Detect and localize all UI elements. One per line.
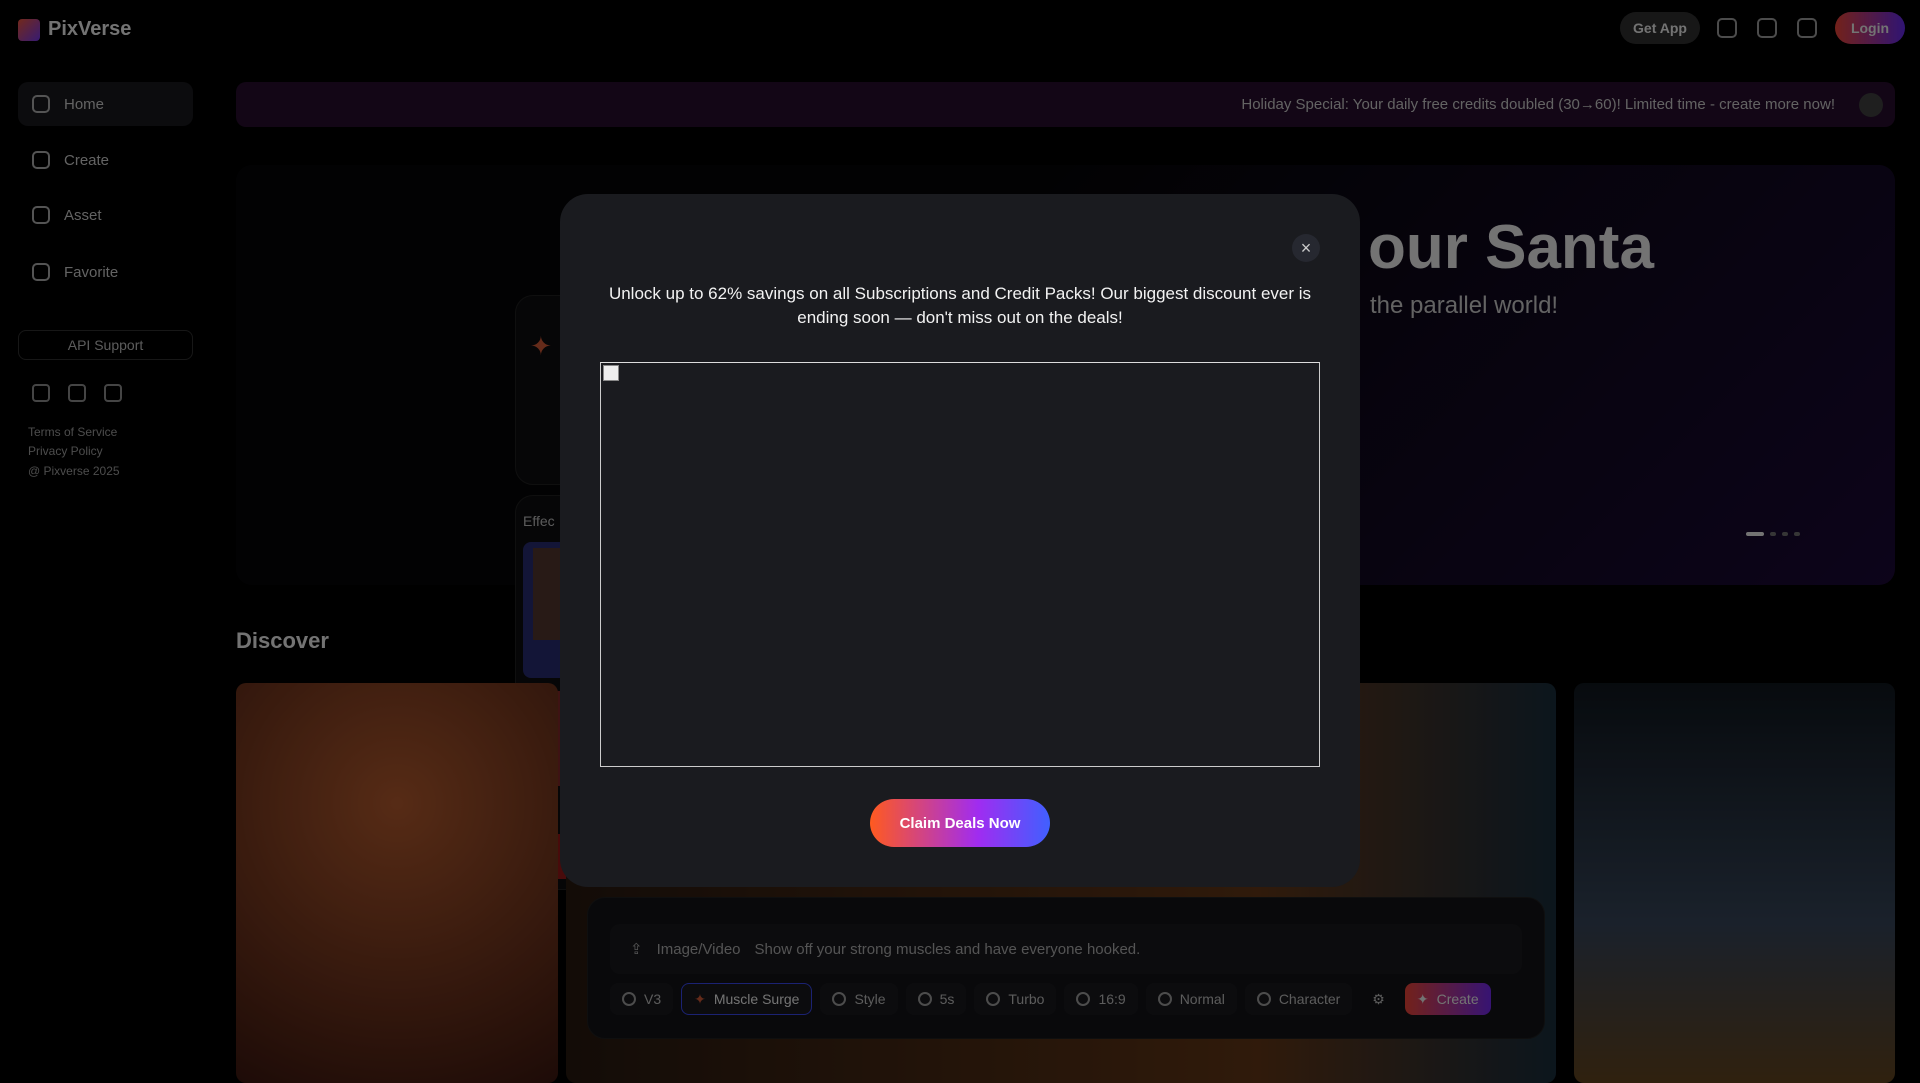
- sidebar-item-label: Asset: [64, 206, 102, 224]
- promo-banner[interactable]: Holiday Special: Your daily free credits…: [236, 82, 1895, 127]
- hero-title: our Santa: [1368, 213, 1654, 282]
- sliders-icon: ⚙: [1372, 990, 1385, 1007]
- chip-label: Muscle Surge: [713, 991, 800, 1007]
- discord-icon[interactable]: [68, 384, 86, 402]
- hero-subtitle: the parallel world!: [1370, 292, 1559, 319]
- home-icon: [32, 95, 50, 113]
- logo-text: PixVerse: [48, 18, 132, 40]
- gift-icon[interactable]: [1797, 18, 1817, 38]
- sparkle-icon: ✦: [1416, 990, 1429, 1007]
- sidebar-item-create[interactable]: Create: [18, 138, 193, 182]
- chip-label: Character: [1278, 991, 1341, 1007]
- discover-card[interactable]: [1574, 683, 1895, 1083]
- terms-link[interactable]: Terms of Service: [28, 425, 117, 439]
- ratio-chip[interactable]: 16:9: [1064, 983, 1138, 1015]
- quality-icon: [1157, 992, 1172, 1006]
- quality-chip[interactable]: Normal: [1145, 983, 1237, 1015]
- effect-chip[interactable]: ✦ Muscle Surge: [681, 983, 813, 1015]
- asset-icon: [32, 206, 50, 224]
- banner-text: Holiday Special: Your daily free credits…: [1241, 96, 1835, 113]
- api-support-button[interactable]: API Support: [18, 330, 193, 360]
- turbo-icon: [986, 992, 1001, 1006]
- logo[interactable]: PixVerse: [18, 18, 131, 41]
- copyright: @ Pixverse 2025: [28, 464, 120, 478]
- character-chip[interactable]: Character: [1244, 983, 1353, 1015]
- chip-label: 16:9: [1098, 991, 1126, 1007]
- carousel-dots[interactable]: [1746, 532, 1800, 536]
- smile-icon: [1256, 992, 1271, 1006]
- upload-label[interactable]: Image/Video: [657, 941, 741, 958]
- youtube-icon[interactable]: [104, 384, 122, 402]
- prompt-bar: ⇪ Image/Video Show off your strong muscles…: [587, 897, 1545, 1039]
- model-select[interactable]: V3: [610, 983, 674, 1015]
- settings-chip[interactable]: ⚙: [1360, 983, 1397, 1015]
- broken-image-icon: [603, 365, 619, 381]
- style-chip[interactable]: Style: [820, 983, 898, 1015]
- chip-label: Turbo: [1008, 991, 1045, 1007]
- duration-chip[interactable]: 5s: [905, 983, 967, 1015]
- close-icon[interactable]: [1859, 93, 1883, 117]
- grid-icon[interactable]: [1717, 18, 1737, 38]
- create-button[interactable]: ✦ Create: [1404, 983, 1491, 1015]
- sidebar-item-home[interactable]: Home: [18, 82, 193, 126]
- chip-label: V3: [644, 991, 662, 1007]
- logo-icon: [18, 18, 40, 41]
- promo-modal: × Unlock up to 62% savings on all Subscr…: [560, 194, 1360, 887]
- privacy-link[interactable]: Privacy Policy: [28, 444, 103, 458]
- sidebar-item-asset[interactable]: Asset: [18, 193, 193, 237]
- style-icon: [832, 992, 847, 1006]
- close-button[interactable]: ×: [1292, 234, 1320, 262]
- ratio-icon: [1076, 992, 1091, 1006]
- promo-image: [600, 362, 1320, 767]
- sidebar: PixVerse Home Create Asset Favorite API …: [0, 0, 210, 1080]
- sidebar-item-favorite[interactable]: Favorite: [18, 250, 193, 294]
- sidebar-item-label: Favorite: [64, 263, 119, 281]
- discover-title: Discover: [236, 628, 329, 653]
- turbo-chip[interactable]: Turbo: [974, 983, 1057, 1015]
- sidebar-item-label: Home: [64, 95, 105, 113]
- sidebar-item-label: Create: [64, 151, 110, 169]
- heart-icon: [32, 263, 50, 281]
- prompt-input[interactable]: ⇪ Image/Video Show off your strong muscles…: [610, 924, 1522, 974]
- prompt-placeholder: Show off your strong muscles and have ev…: [754, 940, 1141, 958]
- create-icon: [32, 151, 50, 169]
- modal-message: Unlock up to 62% savings on all Subscrip…: [608, 284, 1312, 327]
- cube-icon: [622, 992, 636, 1006]
- chip-label: Create: [1436, 991, 1479, 1007]
- bell-icon[interactable]: [1757, 18, 1777, 38]
- clock-icon: [917, 992, 932, 1006]
- claim-deals-button[interactable]: Claim Deals Now: [870, 799, 1050, 847]
- get-app-button[interactable]: Get App: [1620, 12, 1700, 44]
- sparkle-icon: ✦: [530, 331, 552, 361]
- effects-label: Effec: [523, 513, 555, 529]
- chip-label: Normal: [1179, 991, 1225, 1007]
- sparkle-icon: ✦: [694, 990, 706, 1007]
- discover-card[interactable]: [236, 683, 558, 1083]
- upload-icon[interactable]: ⇪: [630, 940, 643, 958]
- chip-label: Style: [854, 991, 886, 1007]
- x-icon[interactable]: [32, 384, 50, 402]
- chip-label: 5s: [939, 991, 955, 1007]
- login-button[interactable]: Login: [1835, 12, 1905, 44]
